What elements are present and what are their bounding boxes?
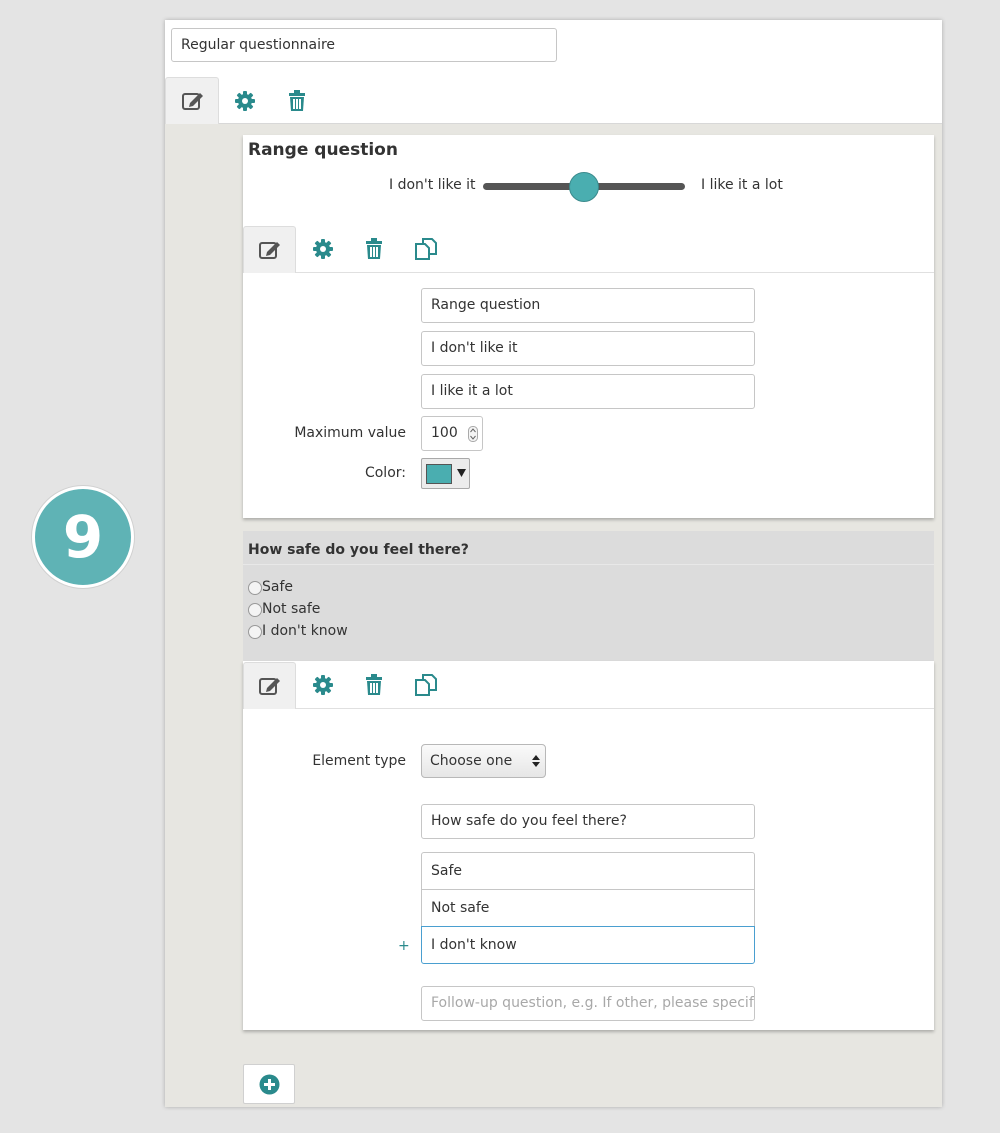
option-label-dont-know: I don't know [262,623,348,639]
select-arrows-icon [532,755,540,767]
option-input-not-safe[interactable]: Not safe [421,889,755,927]
range-min-label: I don't like it [389,177,476,193]
option-input-dont-know[interactable]: I don't know [421,926,755,964]
range-max-label-input[interactable]: I like it a lot [421,374,755,409]
choice-question-title: How safe do you feel there? [248,542,469,558]
radio-not-safe[interactable] [248,603,262,617]
choice-question-editor-card: Element type Choose one How safe do you … [243,661,934,1030]
gear-icon[interactable] [312,238,334,260]
questionnaire-panel: Regular questionnaire Range question I d… [165,20,942,1107]
element-type-label: Element type [312,753,406,769]
maximum-value-input[interactable]: 100 [421,416,483,451]
choice-question-input[interactable]: How safe do you feel there? [421,804,755,839]
dropdown-arrow-icon [457,469,466,477]
trash-icon[interactable] [364,674,384,696]
divider [243,564,934,565]
edit-icon [182,93,203,110]
range-slider-thumb[interactable] [569,172,599,202]
element-type-value: Choose one [430,753,513,769]
option-label-safe: Safe [262,579,294,595]
plus-circle-icon [259,1074,280,1095]
edit-icon [259,242,280,259]
gear-icon[interactable] [312,674,334,696]
add-element-button[interactable] [243,1064,295,1104]
option-label-not-safe: Not safe [262,601,321,617]
questionnaire-title-input[interactable]: Regular questionnaire [171,28,557,62]
range-min-label-input[interactable]: I don't like it [421,331,755,366]
add-option-button[interactable]: + [398,938,410,954]
edit-icon [259,678,280,695]
divider [243,272,934,273]
color-swatch [426,464,452,484]
gear-icon[interactable] [234,90,256,112]
duplicate-icon[interactable] [414,237,438,261]
radio-safe[interactable] [248,581,262,595]
element-type-select[interactable]: Choose one [421,744,546,778]
followup-question-input[interactable]: Follow-up question, e.g. If other, pleas… [421,986,755,1021]
duplicate-icon[interactable] [414,673,438,697]
trash-icon[interactable] [364,238,384,260]
tab-edit-questionnaire[interactable] [165,77,219,124]
maximum-value-text: 100 [431,425,458,441]
divider [165,123,942,124]
tab-edit-choice-question[interactable] [243,662,296,709]
choice-question-preview: How safe do you feel there? Safe Not saf… [243,531,934,661]
range-title-input[interactable]: Range question [421,288,755,323]
stepper-arrows-icon[interactable] [468,426,478,442]
range-question-card: Range question I don't like it I like it… [243,135,934,518]
range-question-title: Range question [248,140,398,160]
range-max-label: I like it a lot [701,177,783,193]
color-label: Color: [364,465,406,481]
maximum-value-label: Maximum value [294,425,406,441]
trash-icon[interactable] [287,90,307,112]
step-number-badge: 9 [32,486,134,588]
option-input-safe[interactable]: Safe [421,852,755,890]
divider [243,708,934,709]
tab-edit-range-question[interactable] [243,226,296,273]
radio-dont-know[interactable] [248,625,262,639]
color-picker-button[interactable] [421,458,470,489]
